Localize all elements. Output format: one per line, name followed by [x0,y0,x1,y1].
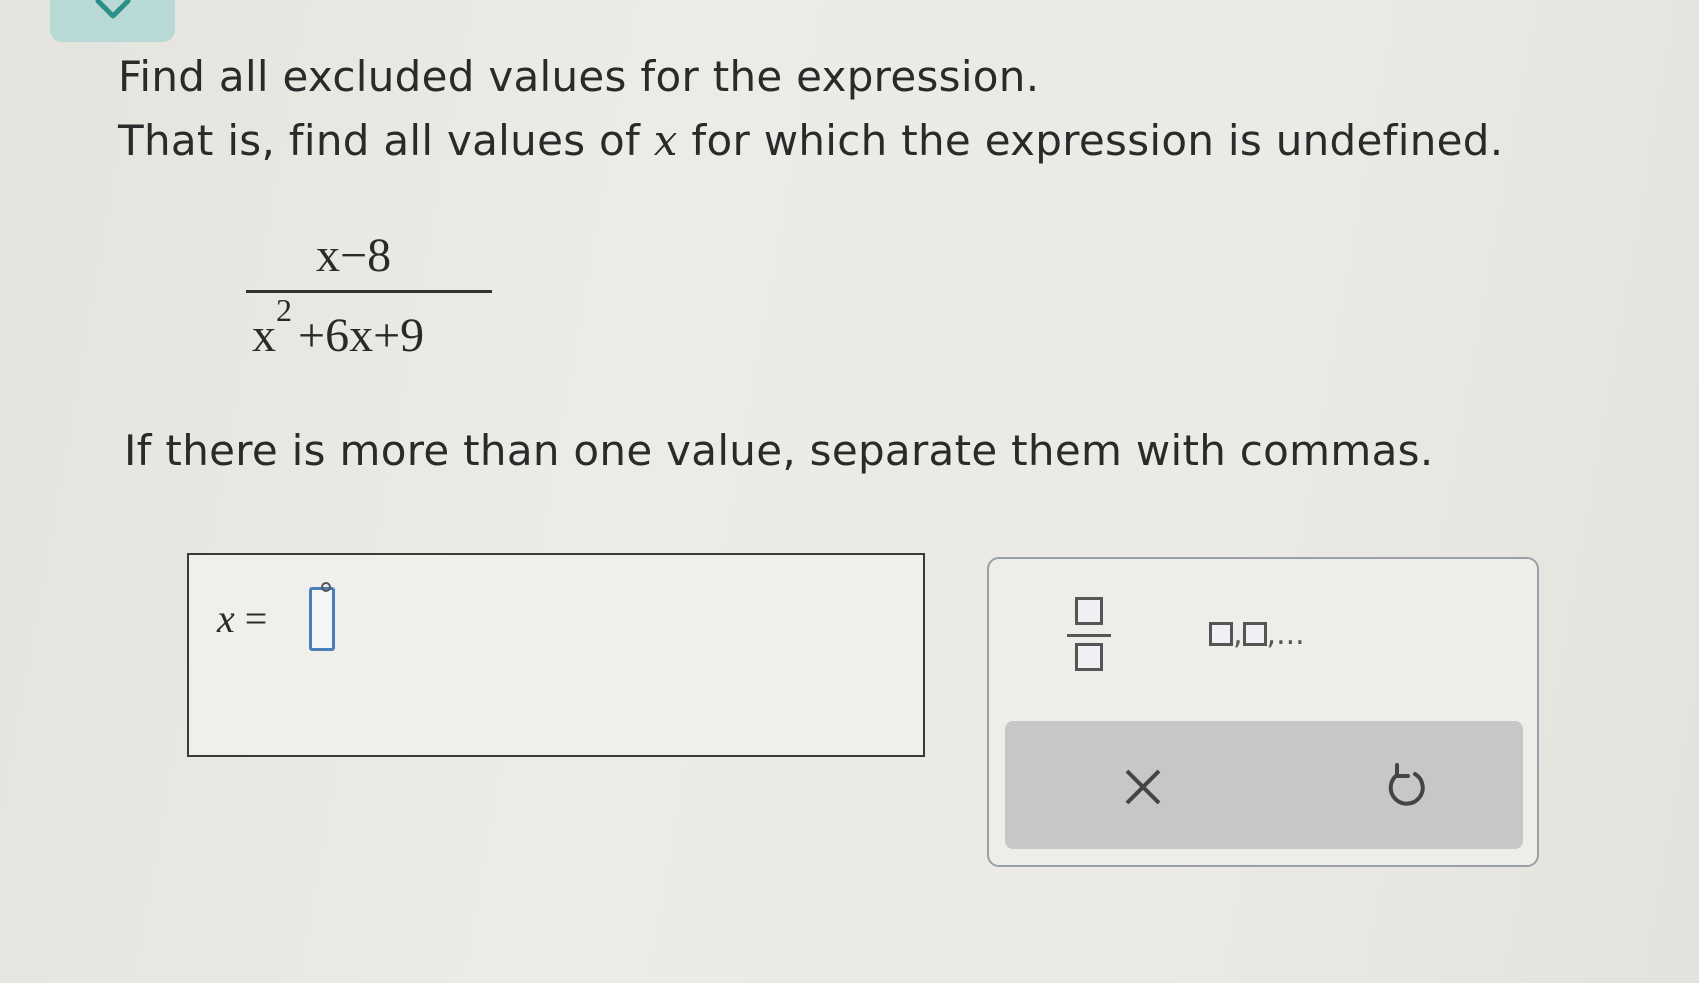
completed-tab[interactable] [50,0,175,42]
answer-box[interactable]: x = [187,553,925,757]
question-line-1: Find all excluded values for the express… [118,52,1040,101]
undo-icon [1388,763,1425,806]
fraction-button[interactable] [1067,593,1111,679]
question-variable: x [653,116,678,165]
answer-input[interactable] [309,582,335,651]
equals-sign: = [244,596,268,641]
list-box-icon [1242,622,1267,646]
question-line-2: That is, find all values of x for which … [118,116,1503,165]
action-bar [1005,721,1523,849]
close-icon [1125,769,1161,805]
numerator: x−8 [316,229,392,282]
answer-label: x = [217,595,267,642]
rational-expression: x−8 x2 +6x+9 [246,228,492,378]
list-button[interactable]: ,,... [1209,617,1305,657]
question-line-2-end: for which the expression is undefined. [677,116,1504,165]
denominator-base: x [252,309,276,362]
denominator: x2 +6x+9 [252,292,425,363]
fraction-bar-icon [1067,634,1111,637]
list-comma: , [1233,617,1243,652]
fraction-denominator-box-icon [1075,643,1103,671]
clear-button[interactable] [1113,757,1173,817]
math-tool-panel: ,,... [987,557,1539,867]
fraction-numerator-box-icon [1075,597,1103,625]
question-line-2-start: That is, find all values of [118,116,654,165]
instruction-text: If there is more than one value, separat… [124,426,1434,475]
denominator-rest: +6x+9 [298,309,425,362]
list-box-icon [1209,622,1233,646]
denominator-exponent: 2 [276,292,292,328]
undo-button[interactable] [1375,757,1435,817]
checkmark-icon [95,0,131,19]
answer-variable: x [217,596,235,641]
list-ellipsis: ,... [1266,617,1305,652]
